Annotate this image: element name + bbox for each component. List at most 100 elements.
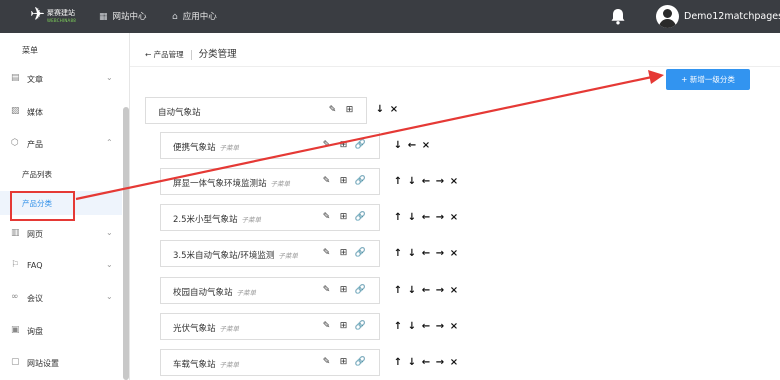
add-sub-icon[interactable]: ⊞ xyxy=(335,285,352,295)
arrow-down-icon[interactable]: ↓ xyxy=(405,248,419,259)
arrow-right-icon[interactable]: → xyxy=(433,321,447,332)
arrow-up-icon[interactable]: ↑ xyxy=(391,176,405,187)
sidebar-subitem-label: 产品列表 xyxy=(22,170,52,179)
back-link[interactable]: ← 产品管理 xyxy=(145,50,184,59)
link-icon[interactable]: 🔗 xyxy=(352,248,369,258)
category-name: 2.5米小型气象站 子菜单 xyxy=(173,213,261,225)
arrow-left-icon[interactable]: ← xyxy=(419,321,433,332)
arrow-right-icon[interactable]: → xyxy=(433,357,447,368)
edit-icon[interactable]: ✎ xyxy=(318,357,335,367)
link-icon[interactable]: 🔗 xyxy=(352,212,369,222)
arrow-left-icon[interactable]: ← xyxy=(419,248,433,259)
link-icon[interactable]: 🔗 xyxy=(352,140,369,150)
delete-icon[interactable]: × xyxy=(447,212,461,223)
sidebar-item-settings[interactable]: ▢ 网站设置 xyxy=(0,352,122,376)
arrow-up-icon[interactable]: ↑ xyxy=(391,212,405,223)
arrow-right-icon[interactable]: → xyxy=(433,212,447,223)
link-icon[interactable]: 🔗 xyxy=(352,357,369,367)
link-icon[interactable]: 🔗 xyxy=(352,285,369,295)
arrow-right-icon[interactable]: → xyxy=(433,176,447,187)
sidebar-item-article[interactable]: ▤ 文章 ⌄ xyxy=(0,68,122,92)
sidebar-item-label: 媒体 xyxy=(27,108,43,117)
media-icon: ▨ xyxy=(11,106,20,116)
arrow-left-icon[interactable]: ← xyxy=(419,176,433,187)
inquiry-icon: ▣ xyxy=(11,325,20,335)
arrow-right-icon[interactable]: → xyxy=(433,285,447,296)
arrow-up-icon[interactable]: ↑ xyxy=(391,357,405,368)
delete-icon[interactable]: × xyxy=(447,357,461,368)
category-label: 屏显一体气象环境监测站 xyxy=(173,179,267,189)
arrow-down-icon[interactable]: ↓ xyxy=(405,212,419,223)
arrow-left-icon[interactable]: ← xyxy=(419,357,433,368)
sidebar-item-media[interactable]: ▨ 媒体 xyxy=(0,101,122,125)
arrow-down-icon[interactable]: ↓ xyxy=(405,357,419,368)
edit-icon[interactable]: ✎ xyxy=(318,248,335,258)
arrow-left-icon[interactable]: ← xyxy=(405,140,419,151)
category-row-root: 自动气象站 ✎ ⊞ xyxy=(145,97,367,124)
category-name: 屏显一体气象环境监测站 子菜单 xyxy=(173,177,290,189)
move-controls: ↑ ↓ ← → × xyxy=(391,248,461,259)
sub-tag: 子菜单 xyxy=(270,180,291,188)
delete-icon[interactable]: × xyxy=(419,140,433,151)
sidebar-subitem-product-list[interactable]: 产品列表 xyxy=(0,162,122,186)
move-controls: ↑ ↓ ← → × xyxy=(391,176,461,187)
category-name: 车载气象站 子菜单 xyxy=(173,358,239,370)
add-top-category-button[interactable]: + 新增一级分类 xyxy=(666,69,750,90)
arrow-up-icon[interactable]: ↑ xyxy=(391,321,405,332)
sidebar-item-product[interactable]: ⬡ 产品 ⌃ xyxy=(0,133,122,157)
add-sub-icon[interactable]: ⊞ xyxy=(335,140,352,150)
sidebar-scrollbar[interactable] xyxy=(123,107,129,380)
row-actions: ✎ ⊞ 🔗 xyxy=(318,321,369,331)
arrow-down-icon[interactable]: ↓ xyxy=(405,285,419,296)
sidebar-item-inquiry[interactable]: ▣ 询盘 xyxy=(0,320,122,344)
page-title: 分类管理 xyxy=(198,49,237,60)
edit-icon[interactable]: ✎ xyxy=(318,285,335,295)
link-icon[interactable]: 🔗 xyxy=(352,321,369,331)
edit-icon[interactable]: ✎ xyxy=(324,105,341,115)
row-actions: ✎ ⊞ 🔗 xyxy=(318,285,369,295)
add-sub-icon[interactable]: ⊞ xyxy=(335,212,352,222)
sidebar-item-label: 询盘 xyxy=(27,327,43,336)
sidebar-item-page[interactable]: ▥ 网页 ⌄ xyxy=(0,223,122,247)
delete-icon[interactable]: × xyxy=(447,248,461,259)
edit-icon[interactable]: ✎ xyxy=(318,176,335,186)
arrow-left-icon[interactable]: ← xyxy=(419,212,433,223)
edit-icon[interactable]: ✎ xyxy=(318,321,335,331)
row-actions: ✎ ⊞ 🔗 xyxy=(318,357,369,367)
delete-icon[interactable]: × xyxy=(387,104,401,115)
arrow-down-icon[interactable]: ↓ xyxy=(373,104,387,115)
edit-icon[interactable]: ✎ xyxy=(318,212,335,222)
arrow-up-icon[interactable]: ↑ xyxy=(391,248,405,259)
delete-icon[interactable]: × xyxy=(447,176,461,187)
chevron-down-icon: ⌄ xyxy=(106,260,113,269)
add-sub-icon[interactable]: ⊞ xyxy=(341,105,358,115)
arrow-right-icon[interactable]: → xyxy=(433,248,447,259)
arrow-down-icon[interactable]: ↓ xyxy=(391,140,405,151)
delete-icon[interactable]: × xyxy=(447,321,461,332)
delete-icon[interactable]: × xyxy=(447,285,461,296)
category-row: 校园自动气象站 子菜单 ✎ ⊞ 🔗 xyxy=(160,277,380,304)
arrow-down-icon[interactable]: ↓ xyxy=(405,176,419,187)
sidebar-item-meeting[interactable]: ∞ 会议 ⌄ xyxy=(0,287,122,311)
nav-website-center[interactable]: ▦ 网站中心 xyxy=(99,10,147,24)
arrow-down-icon[interactable]: ↓ xyxy=(405,321,419,332)
bell-icon[interactable] xyxy=(610,8,626,25)
category-label: 3.5米自动气象站/环境监测 xyxy=(173,251,275,261)
add-sub-icon[interactable]: ⊞ xyxy=(335,321,352,331)
add-sub-icon[interactable]: ⊞ xyxy=(335,357,352,367)
username[interactable]: Demo12matchpages xyxy=(684,11,780,22)
nav-app-center[interactable]: ⌂ 应用中心 xyxy=(172,10,217,24)
site-logo[interactable]: ✈ 聚赛建站 WEBCHINA88 xyxy=(30,4,86,30)
edit-icon[interactable]: ✎ xyxy=(318,140,335,150)
arrow-up-icon[interactable]: ↑ xyxy=(391,285,405,296)
avatar[interactable] xyxy=(656,5,679,28)
add-sub-icon[interactable]: ⊞ xyxy=(335,248,352,258)
link-icon[interactable]: 🔗 xyxy=(352,176,369,186)
sidebar-item-faq[interactable]: ⚐ FAQ ⌄ xyxy=(0,255,122,279)
add-sub-icon[interactable]: ⊞ xyxy=(335,176,352,186)
arrow-left-icon[interactable]: ← xyxy=(419,285,433,296)
article-icon: ▤ xyxy=(11,73,20,83)
page-icon: ▥ xyxy=(11,228,20,238)
sidebar-title: 菜单 xyxy=(22,46,38,55)
grid-icon: ▦ xyxy=(99,12,108,22)
